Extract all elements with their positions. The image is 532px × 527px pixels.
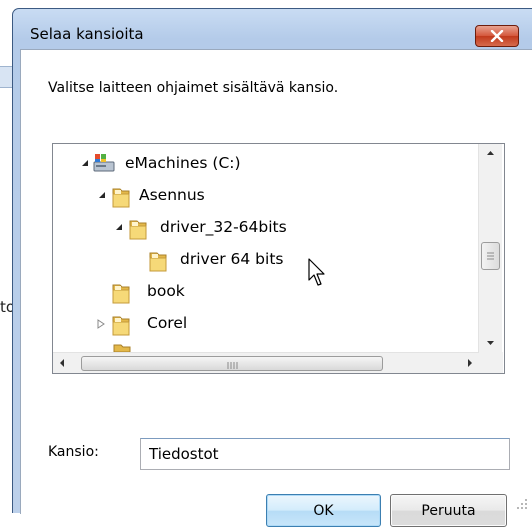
drive-icon <box>93 154 115 172</box>
vertical-scroll-thumb[interactable] <box>481 242 500 270</box>
folder-icon <box>113 344 131 352</box>
close-icon <box>490 30 504 42</box>
expanded-arrow-icon[interactable] <box>98 191 106 199</box>
tree-item-label: book <box>147 282 185 300</box>
tree-item-label: eMachines (C:) <box>125 154 241 172</box>
tree-item-label: Corel <box>147 314 188 332</box>
vertical-scrollbar[interactable] <box>478 144 502 352</box>
scroll-right-arrow-icon <box>468 359 472 367</box>
scroll-left-arrow-icon <box>60 359 64 367</box>
collapsed-arrow-icon[interactable] <box>97 319 105 329</box>
scroll-right-button[interactable] <box>461 353 479 373</box>
resize-grip-icon[interactable] <box>516 498 528 510</box>
ok-button[interactable]: OK <box>266 494 381 527</box>
scroll-down-arrow-icon <box>487 341 494 345</box>
tree-item-label: driver_32-64bits <box>160 218 287 236</box>
scroll-up-arrow-icon <box>487 151 494 155</box>
folder-field-label: Kansio: <box>48 444 99 460</box>
horizontal-scroll-thumb[interactable] <box>81 356 383 371</box>
browse-folder-dialog: Selaa kansioita Valitse laitteen ohjaime… <box>12 8 532 527</box>
dialog-client-area: Valitse laitteen ohjaimet sisältävä kans… <box>20 49 532 527</box>
expanded-arrow-icon[interactable] <box>81 159 89 167</box>
grip-icon <box>487 252 494 260</box>
scroll-down-button[interactable] <box>479 334 502 352</box>
dialog-title: Selaa kansioita <box>30 25 144 43</box>
mouse-cursor-icon <box>308 258 325 286</box>
tree-item-label: driver 64 bits <box>180 250 284 268</box>
folder-icon <box>149 252 167 272</box>
expanded-arrow-icon[interactable] <box>115 223 123 231</box>
grip-icon <box>227 362 238 369</box>
folder-input[interactable] <box>140 438 510 470</box>
horizontal-scrollbar[interactable] <box>53 352 479 373</box>
scrollbar-corner <box>479 352 503 373</box>
folder-icon <box>129 220 147 240</box>
dialog-instruction: Valitse laitteen ohjaimet sisältävä kans… <box>48 80 339 96</box>
tree-item-label: Asennus <box>139 186 205 204</box>
folder-icon <box>112 284 130 304</box>
folder-icon <box>112 188 130 208</box>
cancel-button[interactable]: Peruuta <box>390 494 507 527</box>
close-button[interactable] <box>475 25 519 47</box>
scroll-left-button[interactable] <box>53 353 71 373</box>
dialog-titlebar[interactable]: Selaa kansioita <box>13 9 532 47</box>
folder-icon <box>112 316 130 336</box>
folder-tree[interactable]: eMachines (C:) Asennus driver_32-64bits … <box>52 143 505 374</box>
scroll-up-button[interactable] <box>479 144 502 162</box>
